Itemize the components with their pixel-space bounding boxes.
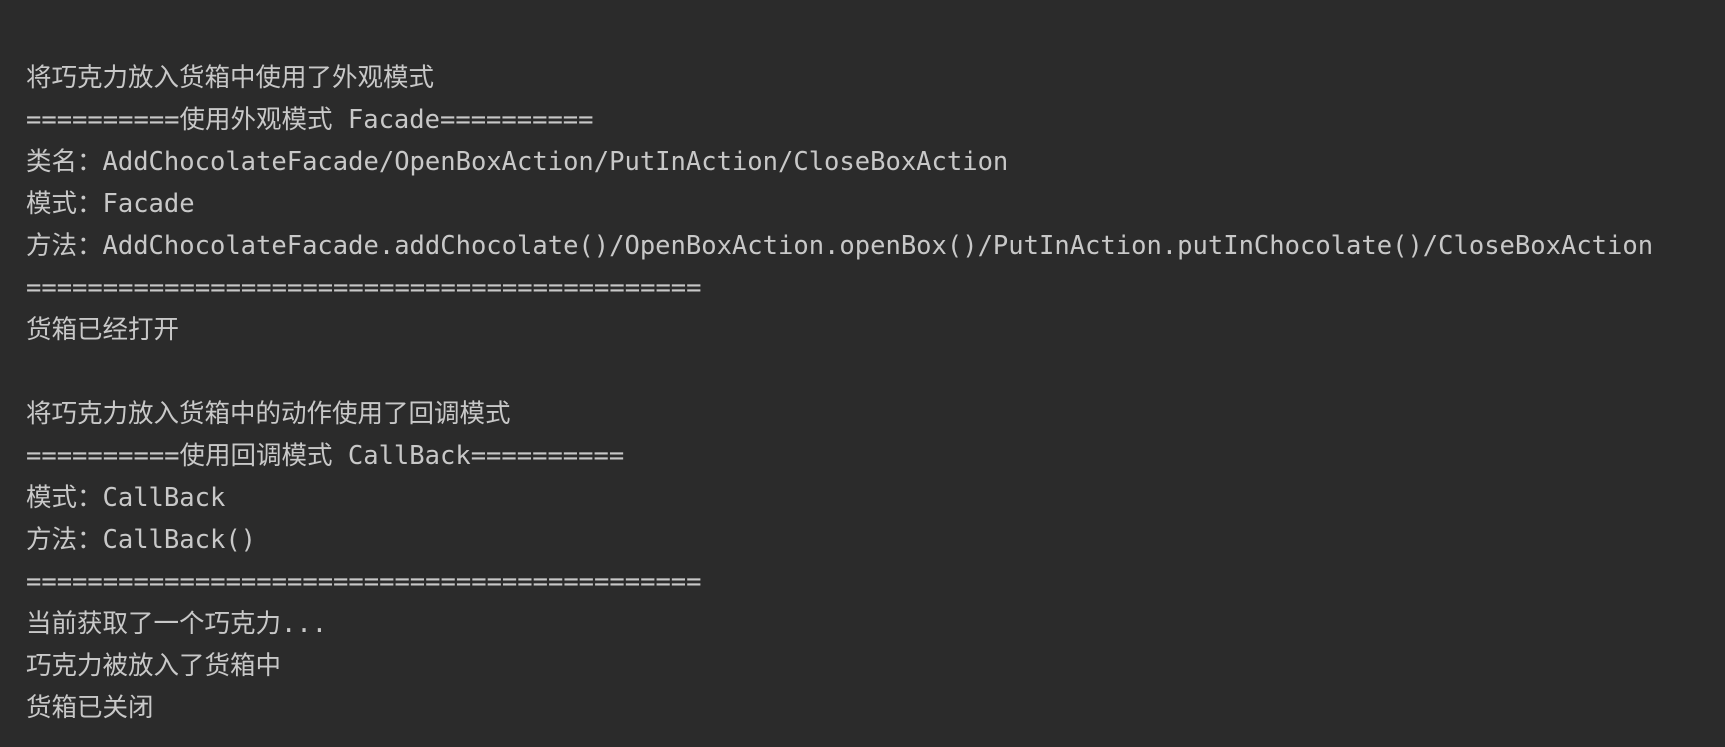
console-output: 将巧克力放入货箱中使用了外观模式 ==========使用外观模式 Facade… — [0, 0, 1725, 747]
console-line: 货箱已经打开 — [26, 315, 180, 345]
console-line: 方法：AddChocolateFacade.addChocolate()/Ope… — [26, 231, 1654, 261]
console-line: 将巧克力放入货箱中的动作使用了回调模式 — [26, 399, 511, 429]
console-line: 方法：CallBack() — [26, 525, 257, 555]
console-line: 将巧克力放入货箱中使用了外观模式 — [26, 63, 435, 93]
console-line: ========================================… — [26, 273, 702, 303]
console-line: ========================================… — [26, 567, 702, 597]
console-line: 巧克力被放入了货箱中 — [26, 651, 282, 681]
console-line: ==========使用外观模式 Facade========== — [26, 105, 594, 135]
console-line: 模式：CallBack — [26, 483, 226, 513]
console-line: 模式：Facade — [26, 189, 195, 219]
console-line: 当前获取了一个巧克力... — [26, 609, 328, 639]
console-line: 类名：AddChocolateFacade/OpenBoxAction/PutI… — [26, 147, 1009, 177]
console-line: 货箱已关闭 — [26, 693, 154, 723]
console-line: ==========使用回调模式 CallBack========== — [26, 441, 625, 471]
